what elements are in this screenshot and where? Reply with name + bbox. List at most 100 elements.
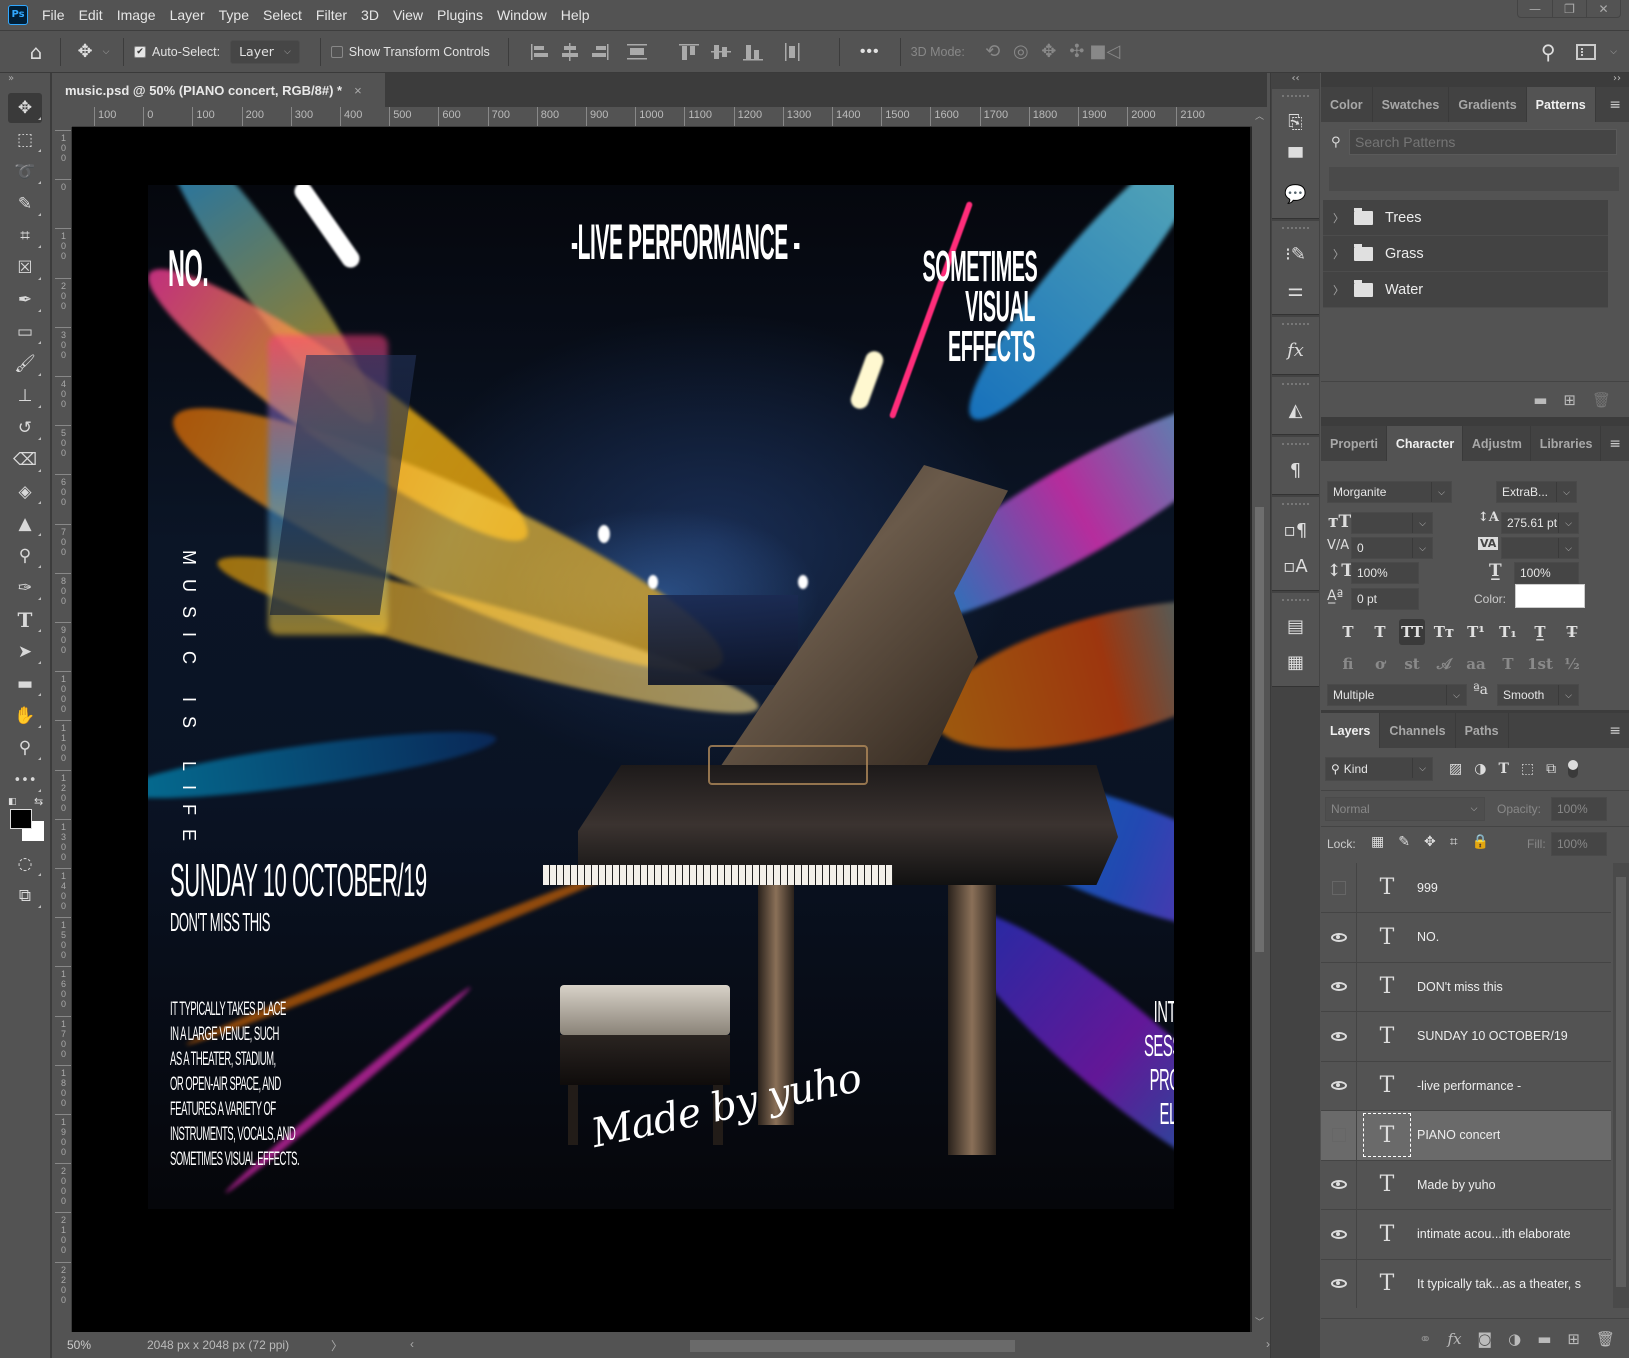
foreground-color[interactable] (10, 809, 32, 829)
layers-scrollbar[interactable] (1613, 863, 1629, 1308)
restore-button[interactable]: ❐ (1552, 0, 1586, 17)
lasso-tool-icon[interactable]: ➰ (8, 157, 42, 187)
layer-row[interactable]: T NO. (1321, 912, 1611, 963)
chevron-right-icon[interactable]: 〉 (1333, 210, 1344, 226)
tab-layers[interactable]: Layers (1321, 713, 1381, 748)
crop-tool-icon[interactable]: ⌗ (8, 221, 42, 251)
new-group-icon[interactable]: ▬ (1537, 1330, 1551, 1348)
menu-file[interactable]: File (42, 7, 65, 23)
3d-orbit-icon[interactable]: ⟲ (979, 41, 1007, 62)
visibility-toggle[interactable] (1321, 863, 1357, 913)
close-tab-icon[interactable]: × (354, 83, 362, 98)
horizontal-scrollbar[interactable]: ‹ › (410, 1337, 1270, 1353)
visibility-toggle[interactable] (1321, 1110, 1357, 1160)
pattern-group-water[interactable]: 〉 Water (1323, 272, 1608, 308)
type-style-button[interactable]: 1st (1527, 651, 1553, 677)
leading-field[interactable]: 275.61 pt ⌵ (1501, 512, 1579, 534)
align-vcenter-icon[interactable] (710, 44, 731, 59)
tab-libraries[interactable]: Libraries (1531, 426, 1602, 461)
collapse-toolbar-icon[interactable]: » (0, 73, 50, 87)
layer-row[interactable]: T DON't miss this (1321, 961, 1611, 1012)
notes-icon[interactable]: ▦ (1272, 644, 1319, 680)
zoom-tool-icon[interactable]: ⚲ (8, 733, 42, 763)
eyedropper-tool-icon[interactable]: ✒ (8, 285, 42, 315)
rectangle-tool-icon[interactable]: ▬ (8, 669, 42, 699)
distribute-vertical-icon[interactable] (626, 43, 647, 60)
styles-fx-icon[interactable]: fx (1272, 332, 1319, 368)
chevron-down-icon[interactable]: ⌵ (99, 47, 113, 57)
tab-adjustments[interactable]: Adjustm (1463, 426, 1531, 461)
zoom-level[interactable]: 50% (67, 1338, 147, 1352)
fill-field[interactable]: 100% (1551, 832, 1607, 856)
shapes-icon[interactable]: ◭ (1272, 392, 1319, 428)
character-styles-icon[interactable]: ▫A (1272, 548, 1319, 584)
filter-toggle[interactable] (1568, 760, 1579, 778)
font-family-dropdown[interactable]: Morganite ⌵ (1327, 481, 1452, 503)
horizontal-scale-field[interactable]: 100% (1514, 562, 1579, 584)
document-tab[interactable]: music.psd @ 50% (PIANO concert, RGB/8#) … (55, 73, 385, 107)
horizontal-ruler[interactable]: 100 0 100 200 300 400 500 600 700 800 900 1000 1100 1… (72, 107, 1252, 127)
menu-3d[interactable]: 3D (361, 7, 379, 23)
vertical-ruler[interactable]: 1000100200300400500600700800900100011001… (55, 127, 72, 1332)
filter-adjustment-icon[interactable]: ◑ (1474, 761, 1486, 777)
lock-artboard-icon[interactable]: ⌗ (1450, 834, 1458, 850)
menu-view[interactable]: View (393, 7, 423, 23)
healing-brush-tool-icon[interactable]: ▭ (8, 317, 42, 347)
lock-transparent-icon[interactable]: ▦ (1371, 834, 1384, 850)
3d-slide-icon[interactable]: ✣ (1063, 41, 1091, 62)
menu-image[interactable]: Image (117, 7, 156, 23)
lock-image-icon[interactable]: ✎ (1398, 834, 1410, 850)
visibility-toggle[interactable] (1321, 1011, 1357, 1061)
plugins-icon[interactable]: ▀ (1272, 140, 1319, 176)
tab-swatches[interactable]: Swatches (1373, 87, 1450, 122)
type-style-button[interactable]: T¹ (1463, 619, 1489, 645)
visibility-toggle[interactable] (1321, 1258, 1357, 1308)
menu-help[interactable]: Help (561, 7, 590, 23)
paragraph-icon[interactable]: ¶ (1272, 452, 1319, 488)
poster-artwork[interactable]: NO. -LIVE PERFORMANCE - SOMETIMES VISUAL… (148, 185, 1174, 1209)
chevron-down-icon[interactable]: ⌵ (1610, 47, 1617, 57)
3d-camera-icon[interactable]: ■◁ (1089, 41, 1120, 62)
visibility-toggle[interactable] (1321, 1209, 1357, 1259)
tab-color[interactable]: Color (1321, 87, 1373, 122)
menu-layer[interactable]: Layer (170, 7, 205, 23)
align-left-icon[interactable] (530, 43, 548, 60)
paint-bucket-tool-icon[interactable]: ◈ (8, 477, 42, 507)
quick-mask-icon[interactable]: ◌ (8, 849, 42, 879)
default-colors-icon[interactable]: ◧ (8, 797, 17, 807)
new-layer-icon[interactable]: ⊞ (1567, 1330, 1580, 1348)
type-style-button[interactable]: 𝒜 (1431, 651, 1457, 677)
new-adjustment-layer-icon[interactable]: ◑ (1508, 1330, 1521, 1348)
layer-row[interactable]: T It typically tak...as a theater, s (1321, 1258, 1611, 1308)
status-menu-arrow[interactable]: 〉 (331, 1337, 343, 1354)
link-layers-icon[interactable]: ⚭ (1419, 1330, 1432, 1348)
tab-character[interactable]: Character (1386, 426, 1463, 461)
layer-row[interactable]: T intimate acou...ith elaborate (1321, 1209, 1611, 1260)
collapse-right-icon[interactable]: ›› (1321, 73, 1629, 87)
frame-tool-icon[interactable]: ☒ (8, 253, 42, 283)
pattern-group-grass[interactable]: 〉 Grass (1323, 236, 1608, 272)
type-style-button[interactable]: ﬁ (1335, 651, 1361, 677)
screen-mode-icon[interactable]: ⧉ (8, 881, 42, 911)
new-pattern-icon[interactable]: ⊞ (1563, 391, 1576, 409)
menu-plugins[interactable]: Plugins (437, 7, 483, 23)
more-options-button[interactable]: ••• (860, 43, 880, 61)
type-style-button[interactable]: T (1335, 619, 1361, 645)
visibility-toggle[interactable] (1321, 1159, 1357, 1210)
text-color-swatch[interactable] (1515, 584, 1585, 608)
lock-position-icon[interactable]: ✥ (1424, 834, 1436, 850)
panel-menu-icon[interactable]: ≡ (1601, 426, 1629, 461)
close-button[interactable]: ✕ (1586, 0, 1620, 17)
vertical-scrollbar[interactable]: ︿ ﹀ (1252, 107, 1267, 1332)
3d-pan-icon[interactable]: ✥ (1035, 41, 1063, 62)
move-tool-icon[interactable]: ✥ (8, 93, 42, 123)
pattern-group-trees[interactable]: 〉 Trees (1323, 200, 1608, 236)
search-icon[interactable]: ⚲ (1534, 40, 1562, 64)
history-brush-tool-icon[interactable]: ↺ (8, 413, 42, 443)
paragraph-styles-icon[interactable]: ▫¶ (1272, 512, 1319, 548)
baseline-shift-field[interactable]: 0 pt (1351, 588, 1419, 610)
opacity-field[interactable]: 100% (1551, 797, 1607, 821)
tab-channels[interactable]: Channels (1380, 713, 1456, 748)
clone-stamp-tool-icon[interactable]: ⊥ (8, 381, 42, 411)
glyphs-icon[interactable]: ▤ (1272, 608, 1319, 644)
